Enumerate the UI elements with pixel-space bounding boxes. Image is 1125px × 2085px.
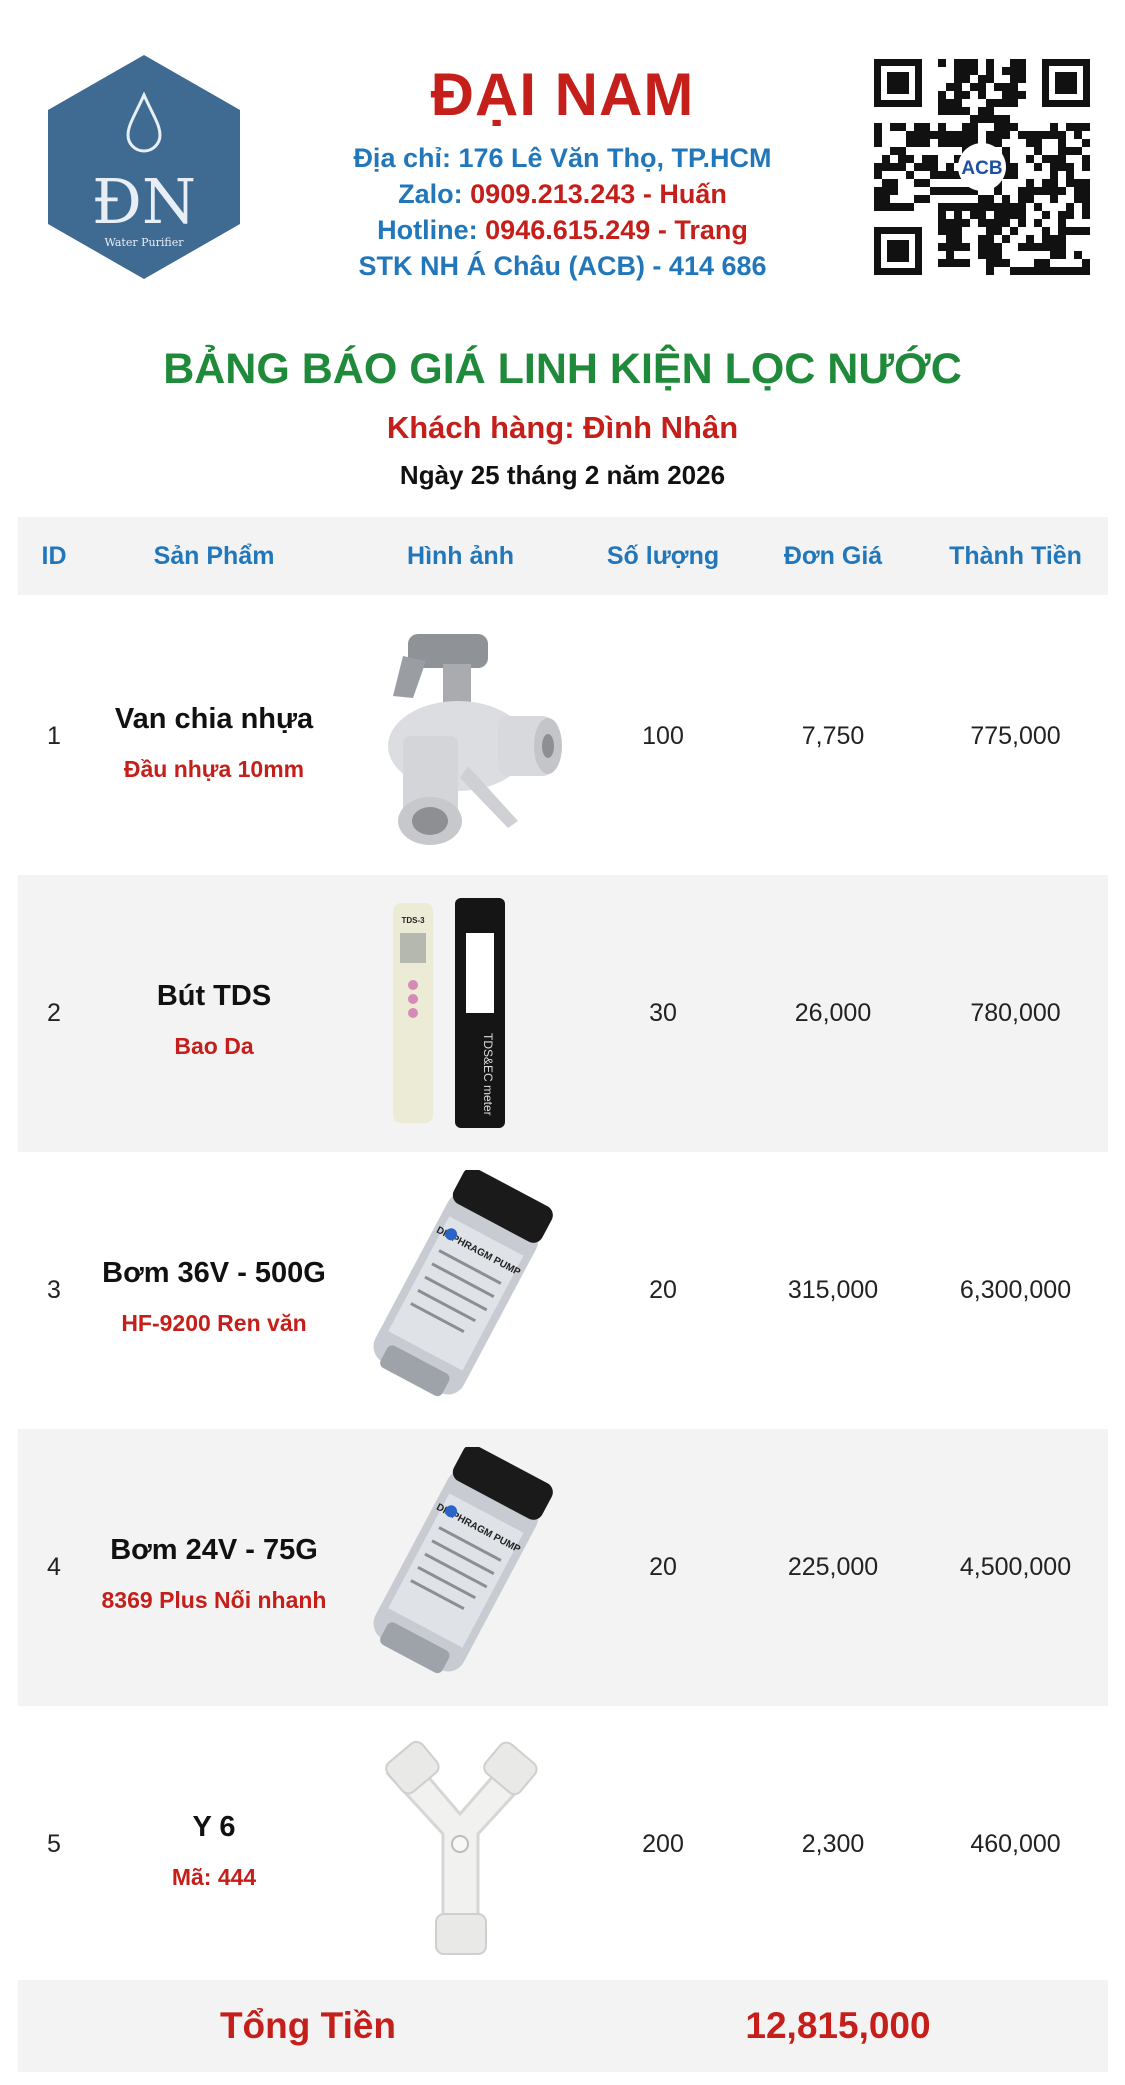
unit-price: 225,000 xyxy=(787,1553,879,1581)
line-total: 6,300,000 xyxy=(959,1276,1072,1304)
product-name: Van chia nhựa xyxy=(114,703,314,735)
y-connector-image xyxy=(385,1740,538,1955)
product-description: HF-9200 Ren văn xyxy=(121,1310,307,1336)
line-total: 460,000 xyxy=(970,1830,1061,1858)
tds-pen-label: TDS-3 xyxy=(401,916,425,925)
column-header-id: ID xyxy=(41,542,67,570)
logo-tagline: Water Purifier xyxy=(105,236,185,249)
unit-price: 26,000 xyxy=(794,999,872,1027)
product-description: Mã: 444 xyxy=(171,1864,257,1890)
quantity: 20 xyxy=(649,1553,677,1581)
address-line: Địa chỉ: 176 Lê Văn Thọ, TP.HCM xyxy=(260,143,865,174)
unit-price: 7,750 xyxy=(801,722,865,750)
row-id: 1 xyxy=(47,722,61,750)
product-cell: Bơm 24V - 75G 8369 Plus Nối nhanh xyxy=(90,1429,338,1706)
quantity: 200 xyxy=(642,1830,684,1858)
product-cell: Bơm 36V - 500G HF-9200 Ren văn xyxy=(90,1152,338,1429)
bank-account-line: STK NH Á Châu (ACB) - 414 686 xyxy=(358,251,767,281)
product-image-cell: TDS-3 TDS&EC meter xyxy=(338,875,583,1152)
row-id: 3 xyxy=(47,1276,61,1304)
acb-badge: ACB xyxy=(961,158,1002,179)
total-row: Tổng Tiền 12,815,000 xyxy=(18,1980,1108,2072)
total-label: Tổng Tiền xyxy=(219,2005,397,2046)
tds-pen-image: TDS-3 TDS&EC meter xyxy=(393,898,505,1128)
product-description: 8369 Plus Nối nhanh xyxy=(101,1587,327,1613)
splitter-valve-image xyxy=(388,634,562,845)
column-header-image: Hình ảnh xyxy=(407,542,514,570)
column-header-quantity: Số lượng xyxy=(606,542,720,570)
document-date: Ngày 25 tháng 2 năm 2026 xyxy=(399,460,726,490)
quantity: 100 xyxy=(642,722,684,750)
row-id: 2 xyxy=(47,999,61,1027)
table-row: 3 Bơm 36V - 500G HF-9200 Ren văn DIAPHRA… xyxy=(18,1152,1108,1429)
unit-price: 315,000 xyxy=(787,1276,879,1304)
logo-letters: ĐN xyxy=(92,165,196,238)
zalo-value: 0909.213.243 - Huấn xyxy=(470,179,727,209)
column-header-product: Sản Phẩm xyxy=(153,542,275,570)
hotline-line: Hotline: 0946.615.249 - Trang xyxy=(260,215,865,246)
customer-name: Khách hàng: Đình Nhân xyxy=(386,410,739,445)
row-id: 4 xyxy=(47,1553,61,1581)
product-cell: Bút TDS Bao Da xyxy=(90,875,338,1152)
quantity: 30 xyxy=(649,999,677,1027)
product-name: Y 6 xyxy=(192,1811,236,1843)
document-title: BẢNG BÁO GIÁ LINH KIỆN LỌC NƯỚC xyxy=(163,345,962,393)
product-image-cell xyxy=(338,598,583,875)
pump-image: DIAPHRAGM PUMP xyxy=(373,1170,553,1397)
pump-image: DIAPHRAGM PUMP xyxy=(373,1447,553,1674)
product-image-cell xyxy=(338,1706,583,1983)
column-header-unit-price: Đơn Giá xyxy=(783,542,883,570)
zalo-line: Zalo: 0909.213.243 - Huấn xyxy=(260,179,865,210)
unit-price: 2,300 xyxy=(801,1830,865,1858)
address-label: Địa chỉ: xyxy=(353,143,459,173)
quantity: 20 xyxy=(649,1276,677,1304)
product-description: Bao Da xyxy=(174,1033,254,1059)
row-id: 5 xyxy=(47,1830,61,1858)
tds-case-label: TDS&EC meter xyxy=(481,1033,495,1116)
product-image-cell: DIAPHRAGM PUMP xyxy=(338,1152,583,1429)
address-value: 176 Lê Văn Thọ, TP.HCM xyxy=(458,143,772,173)
hotline-value: 0946.615.249 - Trang xyxy=(485,215,748,245)
product-name: Bút TDS xyxy=(156,980,272,1012)
line-total: 780,000 xyxy=(970,999,1061,1027)
table-row: 5 Y 6 Mã: 444 200 2,300 460,000 xyxy=(18,1706,1108,1983)
table-row: 2 Bút TDS Bao Da TDS-3 TDS&EC meter 30 2… xyxy=(18,875,1108,1152)
hotline-label: Hotline: xyxy=(377,215,486,245)
zalo-label: Zalo: xyxy=(398,179,471,209)
table-row: 1 Van chia nhựa Đầu nhựa 10mm 100 7,750 … xyxy=(18,598,1108,875)
product-description: Đầu nhựa 10mm xyxy=(123,756,305,782)
product-name: Bơm 24V - 75G xyxy=(110,1534,318,1566)
total-value: 12,815,000 xyxy=(745,2005,931,2046)
product-cell: Van chia nhựa Đầu nhựa 10mm xyxy=(90,598,338,875)
line-total: 4,500,000 xyxy=(959,1553,1072,1581)
table-header: ID Sản Phẩm Hình ảnh Số lượng Đơn Giá Th… xyxy=(18,517,1108,595)
product-image-cell: DIAPHRAGM PUMP xyxy=(338,1429,583,1706)
column-header-line-total: Thành Tiền xyxy=(949,542,1082,570)
product-name: Bơm 36V - 500G xyxy=(102,1257,326,1289)
product-cell: Y 6 Mã: 444 xyxy=(90,1706,338,1983)
line-total: 775,000 xyxy=(970,722,1061,750)
qr-code: ACB xyxy=(872,57,1092,277)
table-row: 4 Bơm 24V - 75G 8369 Plus Nối nhanh DIAP… xyxy=(18,1429,1108,1706)
